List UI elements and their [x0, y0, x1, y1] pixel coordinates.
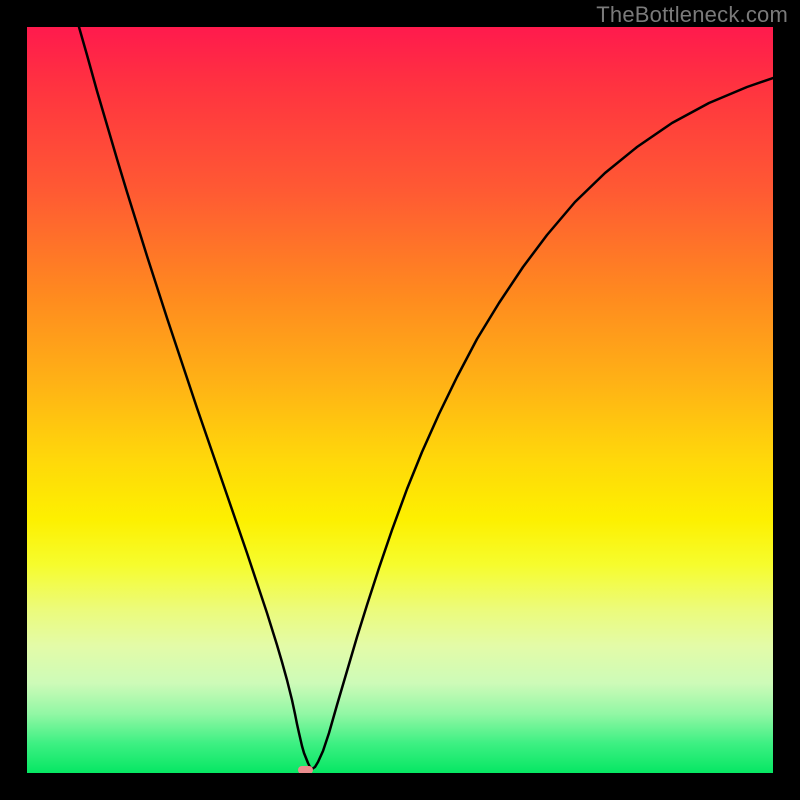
curve-svg — [27, 27, 773, 773]
chart-frame: TheBottleneck.com — [0, 0, 800, 800]
watermark-text: TheBottleneck.com — [596, 2, 788, 28]
minimum-marker — [298, 766, 313, 773]
bottleneck-curve — [79, 27, 773, 769]
plot-area — [27, 27, 773, 773]
